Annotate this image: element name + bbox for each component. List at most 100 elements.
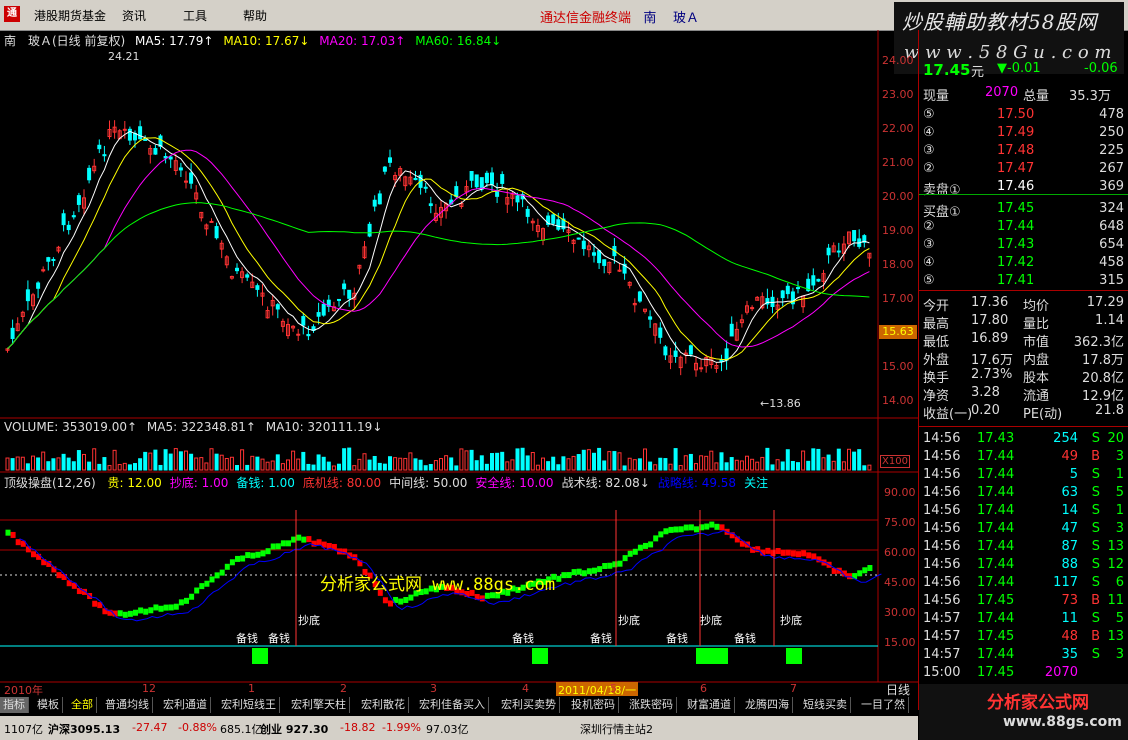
indicator-tab[interactable]: 财富通道 — [684, 697, 735, 713]
volume-bar — [138, 458, 143, 471]
indicator-tab[interactable]: 龙腾四海 — [742, 697, 793, 713]
indicator-block — [811, 553, 817, 560]
menu-news[interactable]: 资讯 — [122, 7, 146, 24]
stat-value: 17.80 — [971, 313, 1009, 328]
indicator-tab[interactable]: 投机密码 — [568, 697, 619, 713]
indicator-block — [224, 563, 230, 570]
volume-bar — [622, 465, 627, 471]
indicator-param: 备钱: 1.00 — [236, 476, 295, 490]
candle-body — [495, 191, 500, 197]
tick-price: 17.45 — [977, 665, 1015, 680]
indicator-param: 战略线: 49.58 — [657, 476, 737, 490]
tick-count: 13 — [1107, 629, 1124, 644]
tick-count: 13 — [1107, 539, 1124, 554]
menu-hk-futures[interactable]: 港股期货基金 — [34, 7, 106, 24]
indicator-tab[interactable]: 指标 — [0, 697, 29, 713]
tick-time: 14:57 — [923, 629, 961, 644]
app-logo-icon: 通 — [4, 6, 20, 22]
ask-row: ③ 17.48 225 — [919, 142, 1128, 160]
volume-bar — [214, 453, 219, 471]
status-server[interactable]: 深圳行情主站2 — [580, 721, 653, 737]
tick-time: 14:56 — [923, 521, 961, 536]
tick-row[interactable]: 15:00 17.45 2070 — [919, 664, 1128, 682]
tick-row[interactable]: 14:56 17.44 14 S 1 — [919, 502, 1128, 520]
volume-bar — [153, 449, 158, 471]
indicator-tab[interactable]: 宏利通道 — [160, 697, 211, 713]
watermark-bottom: 分析家公式网 www.88gs.com — [919, 684, 1128, 740]
menu-tools[interactable]: 工具 — [183, 7, 207, 24]
chart-area[interactable]: 南 玻Ａ(日线 前复权) MA5: 17.79↑ MA10: 17.67↓ MA… — [0, 30, 919, 710]
tick-row[interactable]: 14:57 17.45 48 B 13 — [919, 628, 1128, 646]
indicator-tab[interactable]: 模板 — [34, 697, 63, 713]
volume-bar — [97, 463, 102, 471]
volume-bar — [648, 461, 653, 471]
indicator-block — [158, 605, 164, 612]
indicator-tab[interactable]: 短线买卖 — [800, 697, 851, 713]
indicator-tab[interactable]: 一目了然 — [858, 697, 909, 713]
volume-bar — [653, 464, 658, 471]
indicator-tab[interactable]: 宏利短线王 — [218, 697, 280, 713]
tick-row[interactable]: 14:56 17.44 117 S 6 — [919, 574, 1128, 592]
indicator-block — [296, 534, 302, 541]
chart-svg[interactable] — [0, 30, 918, 710]
indicator-block — [301, 536, 307, 543]
indicator-tab[interactable]: 宏利擎天柱 — [288, 697, 350, 713]
indicator-tab[interactable]: 宏利佳备买入 — [416, 697, 489, 713]
tick-price: 17.45 — [977, 629, 1015, 644]
indicator-tab[interactable]: 全部 — [68, 697, 97, 713]
indicator-block — [847, 573, 852, 580]
indicator-block — [607, 562, 613, 569]
candle-body — [10, 327, 15, 339]
tick-row[interactable]: 14:56 17.44 88 S 12 — [919, 556, 1128, 574]
menu-help[interactable]: 帮助 — [243, 7, 267, 24]
title-stock-part2: 玻Ａ — [672, 11, 699, 26]
tick-row[interactable]: 14:57 17.44 35 S 3 — [919, 646, 1128, 664]
order-price: 17.43 — [997, 237, 1035, 252]
now-vol-label: 现量 — [923, 89, 950, 104]
indicator-tab[interactable]: 宏利买卖势 — [498, 697, 560, 713]
tick-volume: 63 — [1061, 485, 1078, 500]
volume-bar — [688, 453, 693, 471]
tick-side: S — [1091, 503, 1100, 518]
stat-row: 换手 2.73% 股本 20.8亿 — [919, 366, 1128, 386]
ma20-line — [7, 149, 870, 350]
volume-bar — [321, 456, 326, 471]
candle-body — [592, 252, 596, 256]
order-price: 17.47 — [997, 161, 1035, 176]
stat-row: 净资 3.28 流通 12.9亿 — [919, 384, 1128, 404]
date-axis: 2010年 2011/04/18/一 12 1 2 3 4 5 6 7 — [0, 682, 918, 698]
tick-row[interactable]: 14:56 17.44 87 S 13 — [919, 538, 1128, 556]
indicator-name: 顶级操盘(12,26) — [4, 476, 96, 490]
volume-bar — [607, 451, 612, 471]
candle-body — [597, 250, 602, 264]
volume-bar — [403, 457, 408, 471]
tick-row[interactable]: 14:57 17.44 11 S 5 — [919, 610, 1128, 628]
volume-bar — [479, 455, 484, 471]
volume-bar — [852, 451, 857, 471]
watermark-line1: 炒股輔助教材58股网 — [902, 10, 1098, 34]
indicator-tab[interactable]: 宏利散花 — [358, 697, 409, 713]
quote-volume-row: 现量 2070 总量 35.3万 — [919, 84, 1128, 104]
indicator-block — [602, 562, 608, 569]
candle-body — [673, 350, 678, 357]
candle-body — [785, 285, 790, 295]
order-price: 17.49 — [997, 125, 1035, 140]
ask-row: ⑤ 17.50 478 — [919, 106, 1128, 124]
tick-row[interactable]: 14:56 17.44 63 S 5 — [919, 484, 1128, 502]
tick-row[interactable]: 14:56 17.45 73 B 11 — [919, 592, 1128, 610]
tick-row[interactable]: 14:56 17.44 47 S 3 — [919, 520, 1128, 538]
tick-row[interactable]: 14:56 17.44 49 B 3 — [919, 448, 1128, 466]
candle-body — [153, 148, 158, 155]
tick-row[interactable]: 14:56 17.43 254 S 20 — [919, 430, 1128, 448]
bid-row: ④ 17.42 458 — [919, 254, 1128, 272]
tick-row[interactable]: 14:56 17.44 5 S 1 — [919, 466, 1128, 484]
indicator-tab[interactable]: 普通均线 — [102, 697, 153, 713]
indicator-param: 底机线: 80.00 — [302, 476, 382, 490]
indicator-block — [770, 550, 776, 557]
indicator-block — [306, 536, 312, 543]
candle-body — [36, 282, 41, 289]
indicator-block — [561, 572, 567, 579]
indicator-tab[interactable]: 涨跌密码 — [626, 697, 677, 713]
tick-count: 20 — [1107, 431, 1124, 446]
indicator-block — [10, 531, 16, 538]
